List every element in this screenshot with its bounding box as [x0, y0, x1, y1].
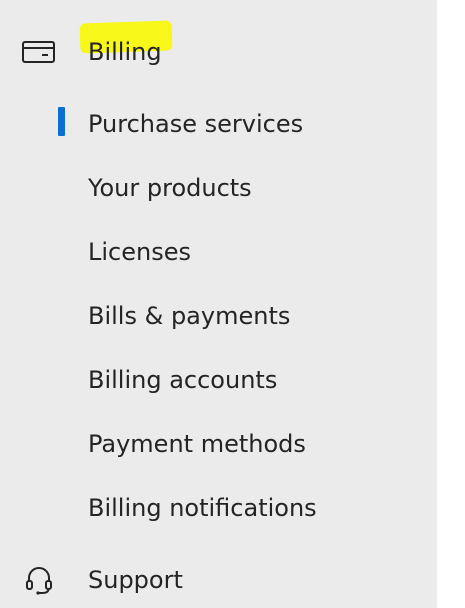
nav-item-label: Licenses	[88, 238, 191, 266]
nav-item-label: Billing notifications	[88, 494, 317, 522]
nav-item-label: Payment methods	[88, 430, 306, 458]
nav-item-billing[interactable]: Billing	[0, 26, 437, 78]
left-nav-panel: Billing Purchase services Your products …	[0, 0, 437, 608]
nav-item-billing-accounts[interactable]: Billing accounts	[0, 354, 437, 406]
nav-item-licenses[interactable]: Licenses	[0, 226, 437, 278]
nav-item-your-products[interactable]: Your products	[0, 162, 437, 214]
headset-icon	[22, 563, 56, 597]
credit-card-icon	[22, 35, 56, 69]
nav-item-label: Support	[88, 566, 183, 594]
nav-item-support[interactable]: Support	[0, 554, 437, 606]
nav-item-bills-payments[interactable]: Bills & payments	[0, 290, 437, 342]
nav-item-label: Bills & payments	[88, 302, 291, 330]
nav-item-label: Purchase services	[88, 110, 304, 138]
nav-item-billing-label: Billing	[88, 38, 162, 66]
nav-item-label: Your products	[88, 174, 252, 202]
nav-item-purchase-services[interactable]: Purchase services	[0, 98, 437, 150]
nav-item-billing-notifications[interactable]: Billing notifications	[0, 482, 437, 534]
nav-item-label: Billing accounts	[88, 366, 278, 394]
nav-item-payment-methods[interactable]: Payment methods	[0, 418, 437, 470]
